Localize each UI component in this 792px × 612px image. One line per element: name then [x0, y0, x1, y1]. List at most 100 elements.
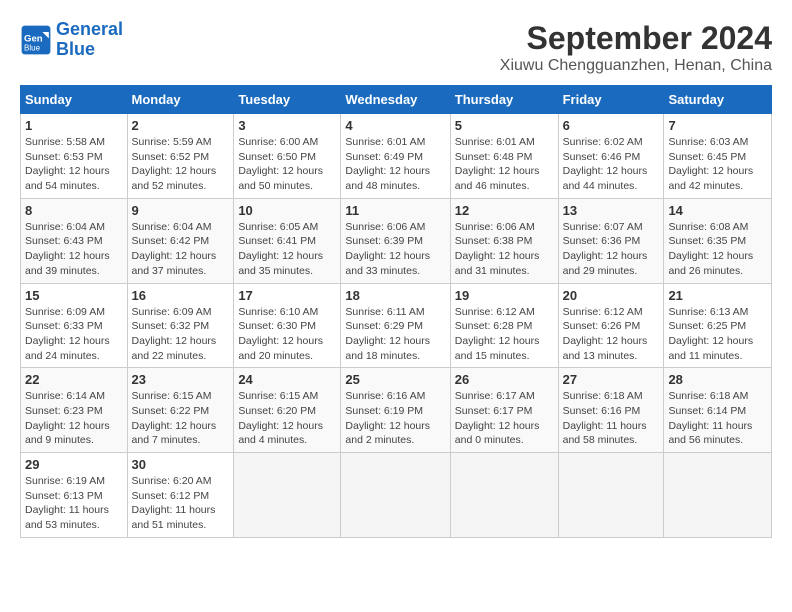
calendar-weekday-header: Saturday — [664, 86, 772, 114]
calendar-cell: 29 Sunrise: 6:19 AM Sunset: 6:13 PM Dayl… — [21, 453, 128, 538]
calendar-cell: 14 Sunrise: 6:08 AM Sunset: 6:35 PM Dayl… — [664, 198, 772, 283]
calendar-cell: 2 Sunrise: 5:59 AM Sunset: 6:52 PM Dayli… — [127, 114, 234, 199]
day-number: 25 — [345, 372, 445, 387]
calendar-cell: 7 Sunrise: 6:03 AM Sunset: 6:45 PM Dayli… — [664, 114, 772, 199]
calendar-cell: 18 Sunrise: 6:11 AM Sunset: 6:29 PM Dayl… — [341, 283, 450, 368]
logo-text: GeneralBlue — [56, 20, 123, 60]
day-number: 18 — [345, 288, 445, 303]
calendar-cell: 13 Sunrise: 6:07 AM Sunset: 6:36 PM Dayl… — [558, 198, 664, 283]
calendar-cell — [341, 453, 450, 538]
calendar-cell: 27 Sunrise: 6:18 AM Sunset: 6:16 PM Dayl… — [558, 368, 664, 453]
day-number: 10 — [238, 203, 336, 218]
day-detail: Sunrise: 5:58 AM Sunset: 6:53 PM Dayligh… — [25, 135, 123, 194]
day-detail: Sunrise: 6:04 AM Sunset: 6:43 PM Dayligh… — [25, 220, 123, 279]
calendar-cell: 17 Sunrise: 6:10 AM Sunset: 6:30 PM Dayl… — [234, 283, 341, 368]
day-detail: Sunrise: 6:02 AM Sunset: 6:46 PM Dayligh… — [563, 135, 660, 194]
calendar-cell: 15 Sunrise: 6:09 AM Sunset: 6:33 PM Dayl… — [21, 283, 128, 368]
calendar-weekday-header: Friday — [558, 86, 664, 114]
svg-text:Blue: Blue — [24, 43, 41, 52]
day-detail: Sunrise: 6:07 AM Sunset: 6:36 PM Dayligh… — [563, 220, 660, 279]
day-detail: Sunrise: 6:00 AM Sunset: 6:50 PM Dayligh… — [238, 135, 336, 194]
calendar-cell: 21 Sunrise: 6:13 AM Sunset: 6:25 PM Dayl… — [664, 283, 772, 368]
calendar-cell: 1 Sunrise: 5:58 AM Sunset: 6:53 PM Dayli… — [21, 114, 128, 199]
calendar-cell: 24 Sunrise: 6:15 AM Sunset: 6:20 PM Dayl… — [234, 368, 341, 453]
calendar-cell: 9 Sunrise: 6:04 AM Sunset: 6:42 PM Dayli… — [127, 198, 234, 283]
day-number: 21 — [668, 288, 767, 303]
logo-icon: Gen Blue — [20, 24, 52, 56]
calendar-cell: 16 Sunrise: 6:09 AM Sunset: 6:32 PM Dayl… — [127, 283, 234, 368]
calendar-cell: 30 Sunrise: 6:20 AM Sunset: 6:12 PM Dayl… — [127, 453, 234, 538]
calendar-cell: 8 Sunrise: 6:04 AM Sunset: 6:43 PM Dayli… — [21, 198, 128, 283]
calendar-week-row: 15 Sunrise: 6:09 AM Sunset: 6:33 PM Dayl… — [21, 283, 772, 368]
calendar-cell — [450, 453, 558, 538]
day-detail: Sunrise: 6:08 AM Sunset: 6:35 PM Dayligh… — [668, 220, 767, 279]
calendar-cell: 23 Sunrise: 6:15 AM Sunset: 6:22 PM Dayl… — [127, 368, 234, 453]
day-detail: Sunrise: 6:19 AM Sunset: 6:13 PM Dayligh… — [25, 474, 123, 533]
day-number: 9 — [132, 203, 230, 218]
day-number: 23 — [132, 372, 230, 387]
calendar-cell — [664, 453, 772, 538]
day-number: 8 — [25, 203, 123, 218]
day-detail: Sunrise: 6:15 AM Sunset: 6:22 PM Dayligh… — [132, 389, 230, 448]
calendar-cell: 11 Sunrise: 6:06 AM Sunset: 6:39 PM Dayl… — [341, 198, 450, 283]
day-detail: Sunrise: 6:01 AM Sunset: 6:49 PM Dayligh… — [345, 135, 445, 194]
day-detail: Sunrise: 6:06 AM Sunset: 6:39 PM Dayligh… — [345, 220, 445, 279]
day-number: 3 — [238, 118, 336, 133]
day-number: 28 — [668, 372, 767, 387]
calendar-weekday-header: Tuesday — [234, 86, 341, 114]
day-detail: Sunrise: 6:04 AM Sunset: 6:42 PM Dayligh… — [132, 220, 230, 279]
calendar-cell: 4 Sunrise: 6:01 AM Sunset: 6:49 PM Dayli… — [341, 114, 450, 199]
calendar-cell: 19 Sunrise: 6:12 AM Sunset: 6:28 PM Dayl… — [450, 283, 558, 368]
day-number: 30 — [132, 457, 230, 472]
day-number: 7 — [668, 118, 767, 133]
day-number: 2 — [132, 118, 230, 133]
calendar-cell: 3 Sunrise: 6:00 AM Sunset: 6:50 PM Dayli… — [234, 114, 341, 199]
day-number: 17 — [238, 288, 336, 303]
day-detail: Sunrise: 6:17 AM Sunset: 6:17 PM Dayligh… — [455, 389, 554, 448]
calendar-header-row: SundayMondayTuesdayWednesdayThursdayFrid… — [21, 86, 772, 114]
day-detail: Sunrise: 6:18 AM Sunset: 6:14 PM Dayligh… — [668, 389, 767, 448]
day-detail: Sunrise: 6:13 AM Sunset: 6:25 PM Dayligh… — [668, 305, 767, 364]
calendar-body: 1 Sunrise: 5:58 AM Sunset: 6:53 PM Dayli… — [21, 114, 772, 538]
page-title: September 2024 — [500, 20, 772, 57]
day-number: 22 — [25, 372, 123, 387]
day-detail: Sunrise: 6:18 AM Sunset: 6:16 PM Dayligh… — [563, 389, 660, 448]
day-detail: Sunrise: 6:06 AM Sunset: 6:38 PM Dayligh… — [455, 220, 554, 279]
day-detail: Sunrise: 5:59 AM Sunset: 6:52 PM Dayligh… — [132, 135, 230, 194]
day-detail: Sunrise: 6:01 AM Sunset: 6:48 PM Dayligh… — [455, 135, 554, 194]
page-subtitle: Xiuwu Chengguanzhen, Henan, China — [500, 57, 772, 75]
calendar-weekday-header: Sunday — [21, 86, 128, 114]
day-detail: Sunrise: 6:14 AM Sunset: 6:23 PM Dayligh… — [25, 389, 123, 448]
calendar-week-row: 1 Sunrise: 5:58 AM Sunset: 6:53 PM Dayli… — [21, 114, 772, 199]
calendar-cell: 22 Sunrise: 6:14 AM Sunset: 6:23 PM Dayl… — [21, 368, 128, 453]
day-number: 4 — [345, 118, 445, 133]
calendar-cell: 20 Sunrise: 6:12 AM Sunset: 6:26 PM Dayl… — [558, 283, 664, 368]
page-header: Gen Blue GeneralBlue September 2024 Xiuw… — [20, 20, 772, 75]
calendar-week-row: 22 Sunrise: 6:14 AM Sunset: 6:23 PM Dayl… — [21, 368, 772, 453]
calendar-cell: 5 Sunrise: 6:01 AM Sunset: 6:48 PM Dayli… — [450, 114, 558, 199]
calendar-cell: 10 Sunrise: 6:05 AM Sunset: 6:41 PM Dayl… — [234, 198, 341, 283]
day-number: 19 — [455, 288, 554, 303]
logo: Gen Blue GeneralBlue — [20, 20, 123, 60]
day-number: 24 — [238, 372, 336, 387]
day-detail: Sunrise: 6:05 AM Sunset: 6:41 PM Dayligh… — [238, 220, 336, 279]
day-number: 6 — [563, 118, 660, 133]
day-number: 15 — [25, 288, 123, 303]
calendar-weekday-header: Monday — [127, 86, 234, 114]
day-number: 1 — [25, 118, 123, 133]
day-detail: Sunrise: 6:11 AM Sunset: 6:29 PM Dayligh… — [345, 305, 445, 364]
calendar-week-row: 8 Sunrise: 6:04 AM Sunset: 6:43 PM Dayli… — [21, 198, 772, 283]
calendar-cell: 6 Sunrise: 6:02 AM Sunset: 6:46 PM Dayli… — [558, 114, 664, 199]
calendar-weekday-header: Thursday — [450, 86, 558, 114]
day-number: 13 — [563, 203, 660, 218]
title-block: September 2024 Xiuwu Chengguanzhen, Hena… — [500, 20, 772, 75]
day-detail: Sunrise: 6:09 AM Sunset: 6:32 PM Dayligh… — [132, 305, 230, 364]
day-detail: Sunrise: 6:12 AM Sunset: 6:28 PM Dayligh… — [455, 305, 554, 364]
day-number: 27 — [563, 372, 660, 387]
calendar-table: SundayMondayTuesdayWednesdayThursdayFrid… — [20, 85, 772, 538]
day-detail: Sunrise: 6:15 AM Sunset: 6:20 PM Dayligh… — [238, 389, 336, 448]
day-number: 26 — [455, 372, 554, 387]
day-detail: Sunrise: 6:03 AM Sunset: 6:45 PM Dayligh… — [668, 135, 767, 194]
day-detail: Sunrise: 6:09 AM Sunset: 6:33 PM Dayligh… — [25, 305, 123, 364]
day-number: 14 — [668, 203, 767, 218]
